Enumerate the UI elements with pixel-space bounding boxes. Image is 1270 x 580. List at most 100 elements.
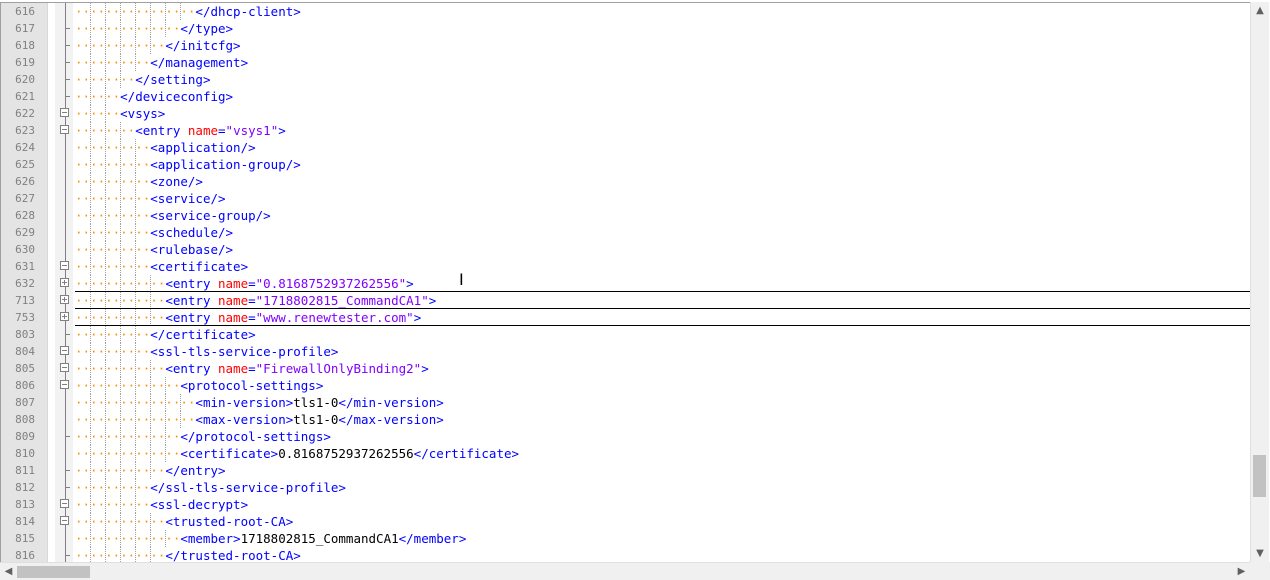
code-text: ············<trusted-root-CA>	[75, 513, 293, 530]
fold-guide	[65, 207, 66, 224]
collapse-fold-icon[interactable]	[60, 125, 69, 134]
expand-fold-icon[interactable]	[60, 312, 69, 321]
fold-guide	[65, 241, 66, 258]
indent-guide	[90, 530, 92, 547]
indent-guide	[120, 54, 122, 71]
indent-guide	[105, 496, 107, 513]
indent-guide	[135, 377, 137, 394]
code-text: ················<min-version>tls1-0</min…	[75, 394, 444, 411]
indent-guide	[120, 462, 122, 479]
collapse-fold-icon[interactable]	[60, 499, 69, 508]
token-tag: </certificate>	[413, 446, 520, 461]
expand-fold-icon[interactable]	[60, 295, 69, 304]
code-text: ······</deviceconfig>	[75, 88, 233, 105]
code-line: 627 ··········<service/>	[1, 190, 1250, 207]
fold-end-guide	[65, 88, 70, 97]
indent-guide	[105, 377, 107, 394]
indent-guide	[90, 496, 92, 513]
indent-guide	[150, 309, 152, 326]
collapse-fold-icon[interactable]	[60, 346, 69, 355]
fold-guide	[65, 3, 66, 20]
scroll-right-icon[interactable]: ▶	[1233, 563, 1250, 580]
fold-end-guide	[65, 37, 70, 46]
token-tag: <member>	[180, 531, 241, 546]
indent-guide	[135, 428, 137, 445]
scroll-up-icon[interactable]: ▲	[1251, 2, 1269, 19]
token-tag: =	[248, 276, 256, 291]
horizontal-scroll-thumb[interactable]	[17, 566, 90, 578]
indent-guide	[105, 20, 107, 37]
indent-guide	[135, 37, 137, 54]
code-text: ··············<certificate>0.81687529372…	[75, 445, 519, 462]
indent-guide	[90, 173, 92, 190]
indent-guide	[120, 428, 122, 445]
line-number: 618	[15, 39, 35, 52]
vertical-scrollbar[interactable]: ▲ ▼	[1250, 2, 1269, 562]
line-number: 624	[15, 141, 35, 154]
indent-guide	[150, 3, 152, 20]
indent-dots: ··········	[75, 480, 151, 495]
collapse-fold-icon[interactable]	[60, 516, 69, 525]
collapse-fold-icon[interactable]	[60, 380, 69, 389]
indent-guide	[135, 309, 137, 326]
code-text: ············<entry name="1718802815_Comm…	[75, 292, 436, 309]
line-number: 617	[15, 22, 35, 35]
line-number: 631	[15, 260, 35, 273]
indent-guide	[90, 428, 92, 445]
token-tag: <entry	[165, 361, 218, 376]
indent-guide	[120, 411, 122, 428]
token-tag: <ssl-decrypt>	[150, 497, 249, 512]
token-txt: tls1-0	[293, 395, 339, 410]
indent-guide	[165, 530, 167, 547]
indent-guide	[120, 224, 122, 241]
horizontal-scrollbar[interactable]: ◀ ▶	[0, 562, 1250, 580]
line-number: 816	[15, 549, 35, 562]
collapse-fold-icon[interactable]	[60, 363, 69, 372]
indent-guide	[90, 326, 92, 343]
indent-guide	[150, 37, 152, 54]
code-text: ··············<member>1718802815_Command…	[75, 530, 466, 547]
line-number: 623	[15, 124, 35, 137]
code-editor[interactable]: 616 ················</dhcp-client> 617 ····…	[0, 2, 1250, 562]
indent-guide	[135, 462, 137, 479]
collapse-fold-icon[interactable]	[60, 261, 69, 270]
indent-guide	[135, 173, 137, 190]
indent-guide	[105, 309, 107, 326]
fold-end-guide	[65, 479, 70, 488]
fold-guide	[65, 156, 66, 173]
scroll-down-icon[interactable]: ▼	[1251, 545, 1269, 562]
token-tag: </member>	[398, 531, 467, 546]
indent-guide	[105, 173, 107, 190]
token-tag: </protocol-settings>	[180, 429, 331, 444]
line-number: 814	[15, 515, 35, 528]
code-line: 807 ················<min-version>tls1-0</…	[1, 394, 1250, 411]
indent-guide	[105, 156, 107, 173]
scroll-left-icon[interactable]: ◀	[0, 563, 17, 580]
scrollbar-corner	[1250, 562, 1270, 580]
token-txt: tls1-0	[293, 412, 339, 427]
indent-guide	[120, 37, 122, 54]
code-line: 812 ··········</ssl-tls-service-profile>	[1, 479, 1250, 496]
indent-guide	[120, 122, 122, 139]
token-val: "1718802815_CommandCA1"	[255, 293, 429, 308]
code-line: 803 ··········</certificate>	[1, 326, 1250, 343]
expand-fold-icon[interactable]	[60, 278, 69, 287]
indent-guide	[105, 394, 107, 411]
line-number: 810	[15, 447, 35, 460]
indent-guide	[105, 326, 107, 343]
indent-guide	[150, 360, 152, 377]
collapse-fold-icon[interactable]	[60, 108, 69, 117]
code-text: ············</trusted-root-CA>	[75, 547, 301, 562]
indent-guide	[120, 309, 122, 326]
fold-guide	[65, 471, 66, 479]
indent-guide	[105, 530, 107, 547]
indent-guide	[150, 275, 152, 292]
indent-guide	[90, 479, 92, 496]
token-tag: </dhcp-client>	[195, 4, 301, 19]
code-text: ··········<certificate>	[75, 258, 248, 275]
vertical-scroll-thumb[interactable]	[1253, 454, 1266, 497]
indent-guide	[165, 3, 167, 20]
indent-guide	[90, 20, 92, 37]
token-tag: <max-version>	[195, 412, 294, 427]
line-number: 803	[15, 328, 35, 341]
